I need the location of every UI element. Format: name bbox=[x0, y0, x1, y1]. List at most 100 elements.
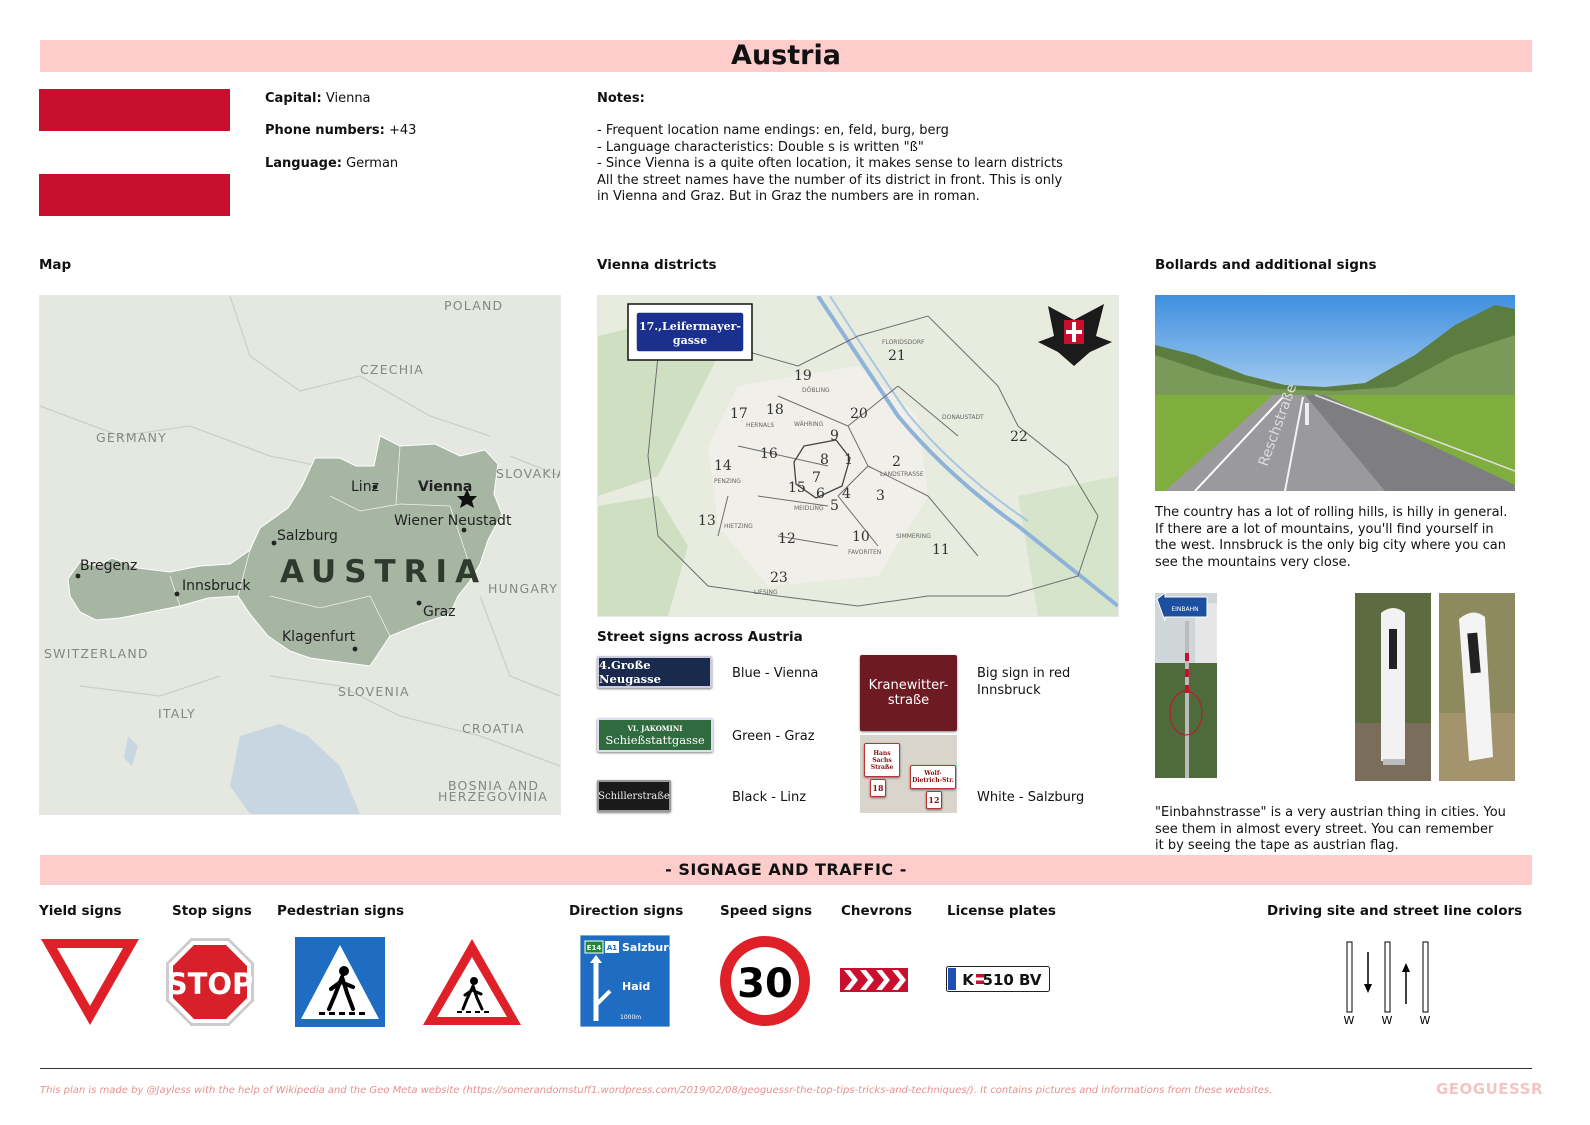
district-number: 11 bbox=[932, 542, 950, 558]
notes-line: All the street names have the number of … bbox=[597, 172, 1063, 188]
place-label: FLORIDSDORF bbox=[882, 339, 925, 346]
chevrons-sign-icon bbox=[840, 968, 908, 992]
direction-destination-top: Salzburg bbox=[622, 941, 670, 954]
page-title: Austria bbox=[731, 40, 841, 71]
street-sign-white-num: 12 bbox=[926, 791, 942, 809]
place-label: FAVORITEN bbox=[848, 549, 881, 556]
street-sign-white-1: Hans Sachs Straße bbox=[864, 743, 900, 777]
paragraph-line: the west. Innsbruck is the only big city… bbox=[1155, 538, 1506, 553]
speed-label: Speed signs bbox=[720, 903, 813, 919]
direction-destination-bottom: Haid bbox=[622, 980, 650, 993]
road-photo-svg: Reschstraße bbox=[1155, 295, 1515, 491]
district-number: 14 bbox=[714, 458, 732, 474]
district-number: 5 bbox=[830, 498, 839, 514]
district-number: 2 bbox=[892, 454, 901, 470]
place-label: LIESING bbox=[754, 589, 778, 596]
place-label: HIETZING bbox=[724, 523, 753, 530]
neighbor-label: CZECHIA bbox=[360, 362, 424, 377]
street-sign-white: Hans Sachs Straße 18 Wolf-Dietrich-Str. … bbox=[860, 735, 957, 813]
neighbor-label: POLAND bbox=[444, 298, 503, 313]
vienna-sign-line2: gasse bbox=[673, 334, 707, 347]
district-number: 22 bbox=[1010, 429, 1028, 445]
map-heading: Map bbox=[39, 257, 72, 273]
street-sign-label: Green - Graz bbox=[732, 729, 815, 744]
license-plate-icon: K 510 BV bbox=[946, 966, 1050, 992]
bollard-photo-2-svg bbox=[1439, 593, 1515, 781]
direction-sign-icon: E14 A1 Salzburg Haid 1000m bbox=[580, 935, 670, 1027]
flag-stripe-middle bbox=[39, 131, 230, 174]
phone-value: +43 bbox=[388, 123, 417, 138]
district-number: 18 bbox=[766, 402, 784, 418]
city-label: Wiener Neustadt bbox=[394, 513, 512, 529]
stop-sign-text: STOP bbox=[167, 967, 254, 1001]
street-sign-number: 12 bbox=[928, 795, 940, 805]
pedestrian-warning-sign-icon bbox=[423, 939, 521, 1025]
yield-sign-icon bbox=[41, 939, 139, 1025]
street-sign-text: Hans Sachs Straße bbox=[870, 749, 894, 771]
pedestrian-crossing-sign-icon bbox=[295, 937, 385, 1027]
einbahn-sign-text: EINBAHN bbox=[1171, 606, 1198, 613]
paragraph-line: see them in almost every street. You can… bbox=[1155, 821, 1494, 837]
geoguessr-logo: GEOGUESSR bbox=[1436, 1080, 1544, 1098]
vienna-map: 21 19 17 18 20 22 9 16 8 1 2 14 7 15 6 4… bbox=[597, 295, 1119, 617]
notes-line: - Since Vienna is a quite often location… bbox=[597, 156, 1063, 171]
capital-label: Capital: bbox=[265, 91, 322, 106]
street-sign-label-line: Innsbruck bbox=[977, 682, 1041, 698]
street-sign-white-num: 18 bbox=[870, 779, 886, 797]
street-sign-number: 18 bbox=[872, 783, 884, 793]
neighbor-label: SLOVAKIA bbox=[496, 466, 560, 481]
place-label: LANDSTRASSE bbox=[880, 471, 924, 478]
einbahn-paragraph: "Einbahnstrasse" is a very austrian thin… bbox=[1155, 805, 1535, 855]
plates-label: License plates bbox=[947, 903, 1056, 919]
phone-label: Phone numbers: bbox=[265, 123, 385, 138]
notes-line: in Vienna and Graz. But in Graz the numb… bbox=[597, 189, 980, 204]
plate-number: 510 BV bbox=[983, 971, 1042, 989]
place-label: DÖBLING bbox=[802, 387, 830, 394]
paragraph-line: If there are a lot of mountains, you'll … bbox=[1155, 521, 1494, 537]
city-label: Klagenfurt bbox=[282, 629, 356, 645]
paragraph-line: "Einbahnstrasse" is a very austrian thin… bbox=[1155, 805, 1506, 820]
yield-label: Yield signs bbox=[39, 903, 122, 919]
district-number: 7 bbox=[812, 470, 821, 486]
driving-label: Driving site and street line colors bbox=[1267, 903, 1523, 919]
street-sign-label-line: Big sign in red bbox=[977, 666, 1071, 681]
street-sign-green: VI. JAKOMINI Schießstattgasse bbox=[597, 718, 713, 752]
district-number: 3 bbox=[876, 488, 885, 504]
street-sign-text: Schießstattgasse bbox=[605, 732, 705, 747]
plate-district: K bbox=[962, 971, 975, 989]
district-number: 10 bbox=[852, 529, 870, 545]
street-sign-text: Wolf-Dietrich-Str. bbox=[912, 770, 954, 784]
place-label: PENZING bbox=[714, 478, 741, 485]
district-number: 15 bbox=[788, 480, 806, 496]
footer-credit: This plan is made by @Jayless with the h… bbox=[40, 1085, 1273, 1096]
bollards-heading: Bollards and additional signs bbox=[1155, 257, 1377, 273]
austria-flag bbox=[39, 89, 230, 216]
footer-divider bbox=[40, 1068, 1532, 1069]
bollards-paragraph: The country has a lot of rolling hills, … bbox=[1155, 505, 1535, 571]
line-color-label: W bbox=[1344, 1014, 1355, 1025]
neighbor-label: GERMANY bbox=[96, 430, 167, 445]
city-label: Linz bbox=[351, 479, 379, 495]
street-sign-text: Schillerstraße bbox=[598, 790, 670, 802]
einbahn-photo-svg: EINBAHN bbox=[1155, 593, 1217, 778]
direction-distance: 1000m bbox=[620, 1014, 641, 1021]
street-sign-label: Black - Linz bbox=[732, 790, 807, 805]
stop-label: Stop signs bbox=[172, 903, 252, 919]
neighbor-label: HUNGARY bbox=[488, 581, 558, 596]
notes-text: - Frequent location name endings: en, fe… bbox=[597, 123, 1117, 206]
pedestrian-label: Pedestrian signs bbox=[277, 903, 405, 919]
district-number: 1 bbox=[844, 452, 853, 468]
district-number: 23 bbox=[770, 570, 788, 586]
phone-info: Phone numbers: +43 bbox=[265, 123, 416, 140]
street-sign-text: Kranewitter-straße bbox=[868, 678, 949, 708]
bollard-photo-2 bbox=[1439, 593, 1515, 781]
district-number: 20 bbox=[850, 406, 868, 422]
stop-sign-icon: STOP bbox=[166, 938, 254, 1026]
street-sign-label: Big sign in red Innsbruck bbox=[977, 666, 1070, 699]
city-label: Graz bbox=[423, 604, 456, 620]
language-info: Language: German bbox=[265, 156, 398, 173]
district-number: 16 bbox=[760, 446, 778, 462]
neighbor-label: HERZEGOVINIA bbox=[438, 789, 548, 804]
district-number: 8 bbox=[820, 452, 829, 468]
city-label: Vienna bbox=[418, 479, 472, 495]
